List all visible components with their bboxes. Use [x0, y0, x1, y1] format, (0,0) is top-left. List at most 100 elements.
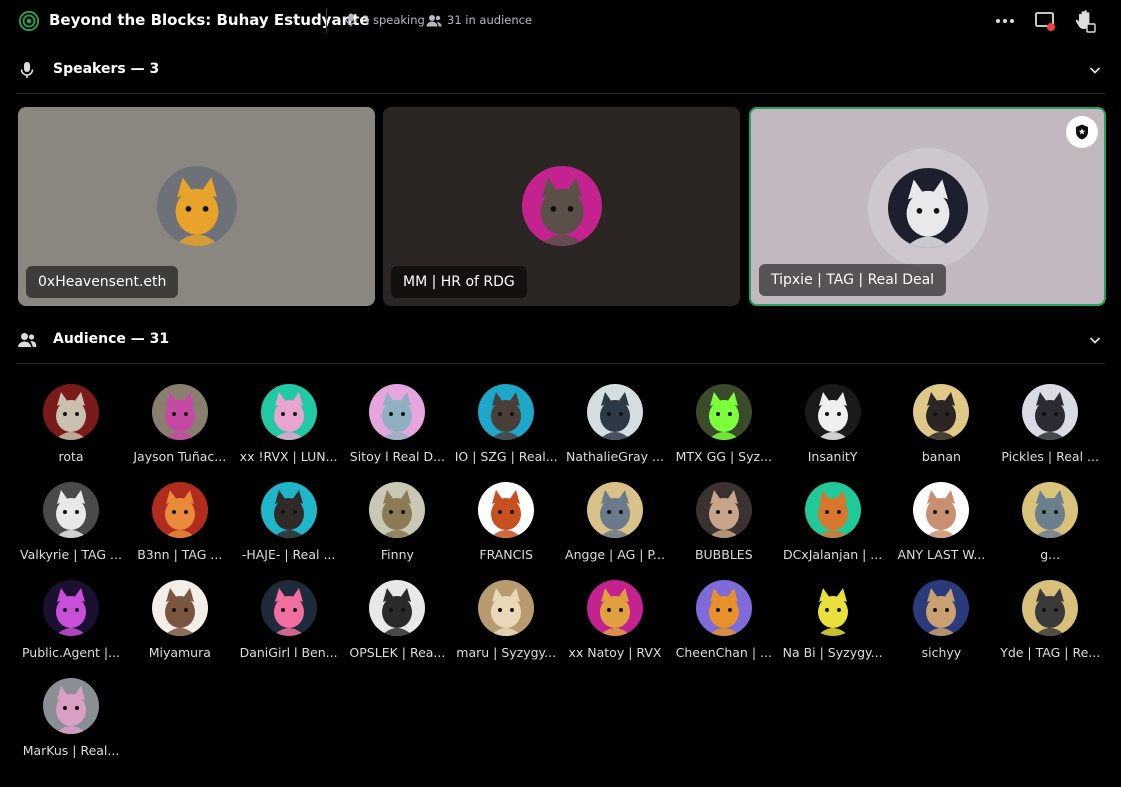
avatar-image [151, 482, 208, 538]
avatar-image [587, 384, 643, 440]
audience-member[interactable]: ANY LAST W... [887, 482, 995, 562]
audience-count: 31 in audience [426, 13, 532, 27]
raise-hand-icon [1075, 10, 1096, 33]
avatar [804, 384, 861, 440]
audience-member[interactable]: -HAJE- | Real ... [235, 482, 343, 562]
audience-member[interactable]: DaniGirl l Ben... [235, 580, 343, 660]
audience-member-name: banan [921, 449, 961, 464]
stage-channel-icon [18, 10, 40, 32]
audience-member-name: InsanitY [807, 449, 858, 464]
audience-member[interactable]: Public.Agent |... [17, 580, 125, 660]
audience-member[interactable]: MarKus | Real... [17, 678, 125, 758]
audience-member-name: DaniGirl l Ben... [239, 645, 338, 660]
avatar-image [1022, 482, 1079, 538]
audience-member[interactable]: OPSLEK | Rea... [343, 580, 451, 660]
avatar [1022, 580, 1079, 636]
audience-member[interactable]: NathalieGray ... [561, 384, 669, 464]
microphone-icon [345, 13, 357, 27]
audience-section-label: Audience — 31 [53, 331, 170, 347]
audience-member-name: Jayson Tuñac... [133, 449, 227, 464]
speaker-name: 0xHeavensent.eth [26, 266, 179, 298]
avatar-image [1022, 580, 1079, 636]
audience-member[interactable]: maru | Syzygy... [452, 580, 560, 660]
audience-member[interactable]: ⅹⅹ Natoy | RVX [561, 580, 669, 660]
audience-member-name: MTX GG | Syz... [675, 449, 772, 464]
audience-member-name: Finny [380, 547, 414, 562]
audience-member[interactable]: BUBBLES [670, 482, 778, 562]
avatar-image [695, 384, 752, 440]
avatar [478, 580, 535, 636]
audience-member[interactable]: DCxJalanjan | ... [779, 482, 887, 562]
ellipsis-icon [996, 19, 1014, 23]
avatar-image [260, 580, 317, 636]
avatar [260, 482, 317, 538]
audience-member[interactable]: g... [996, 482, 1104, 562]
audience-member-name: ANY LAST W... [897, 547, 986, 562]
more-options-button[interactable] [993, 9, 1017, 33]
speaker-avatar [521, 166, 602, 246]
audience-member[interactable]: MTX GG | Syz... [670, 384, 778, 464]
audience-member-name: Valkyrie | TAG ... [20, 547, 122, 562]
audience-member-name: BUBBLES [694, 547, 753, 562]
audience-member[interactable]: rota [17, 384, 125, 464]
audience-member-name: IO | SZG | Real... [454, 449, 558, 464]
avatar [695, 384, 752, 440]
avatar [913, 384, 970, 440]
speaker-tile[interactable]: Tipxie | TAG | Real Deal [749, 107, 1106, 306]
avatar [478, 384, 535, 440]
audience-member[interactable]: InsanitY [779, 384, 887, 464]
audience-member[interactable]: Angge | AG | P... [561, 482, 669, 562]
avatar [913, 482, 970, 538]
popout-button[interactable] [1033, 9, 1057, 33]
audience-member[interactable]: Jayson Tuñac... [126, 384, 234, 464]
speaker-avatar [887, 168, 968, 248]
audience-member[interactable]: Yde | TAG | Re... [996, 580, 1104, 660]
audience-member[interactable]: IO | SZG | Real... [452, 384, 560, 464]
audience-member[interactable]: Valkyrie | TAG ... [17, 482, 125, 562]
avatar [43, 678, 99, 734]
speaker-avatar-image [156, 166, 237, 246]
avatar-image [369, 580, 426, 636]
chevron-down-icon[interactable] [1086, 331, 1104, 349]
audience-section-header[interactable]: Audience — 31 [0, 319, 1121, 359]
shield-icon [1076, 124, 1088, 140]
audience-member[interactable]: B3nn | TAG ... [126, 482, 234, 562]
audience-member-name: CheenChan | ... [675, 645, 772, 660]
microphone-icon [20, 62, 34, 78]
avatar-image [1022, 384, 1079, 440]
people-icon [426, 14, 442, 26]
audience-member-name: Angge | AG | P... [565, 547, 665, 562]
avatar-image [695, 580, 752, 636]
request-to-speak-button[interactable] [1073, 9, 1097, 33]
audience-member[interactable]: banan [887, 384, 995, 464]
moderator-badge [1066, 116, 1098, 148]
audience-member[interactable]: Pickles | Real ... [996, 384, 1104, 464]
audience-member-name: -HAJE- | Real ... [241, 547, 336, 562]
avatar [587, 580, 643, 636]
avatar-image [913, 580, 970, 636]
avatar [804, 482, 861, 538]
speakers-section-header[interactable]: Speakers — 3 [0, 49, 1121, 89]
audience-member-name: Pickles | Real ... [1001, 449, 1099, 464]
avatar [695, 482, 752, 538]
avatar [804, 580, 861, 636]
audience-member[interactable]: FRANCIS [452, 482, 560, 562]
audience-member[interactable]: sichyy [887, 580, 995, 660]
speaker-tile[interactable]: 0xHeavensent.eth [18, 107, 375, 306]
audience-member[interactable]: ⅹⅹ !RVX | LUN... [235, 384, 343, 464]
speaker-name: MM | HR of RDG [391, 266, 527, 298]
avatar-image [151, 580, 208, 636]
audience-member[interactable]: Finny [343, 482, 451, 562]
speakers-section-label: Speakers — 3 [53, 61, 160, 77]
audience-member[interactable]: Na Bi | Syzygy... [779, 580, 887, 660]
speaker-tile[interactable]: MM | HR of RDG [383, 107, 740, 306]
chevron-down-icon[interactable] [1086, 61, 1104, 79]
audience-member[interactable]: Miyamura [126, 580, 234, 660]
audience-count-label: 31 in audience [447, 13, 533, 27]
avatar-image [151, 384, 208, 440]
audience-member-name: maru | Syzygy... [456, 645, 557, 660]
audience-member-name: Public.Agent |... [21, 645, 121, 660]
audience-member[interactable]: CheenChan | ... [670, 580, 778, 660]
audience-member[interactable]: Sitoy l Real D... [343, 384, 451, 464]
avatar-image [804, 384, 861, 440]
